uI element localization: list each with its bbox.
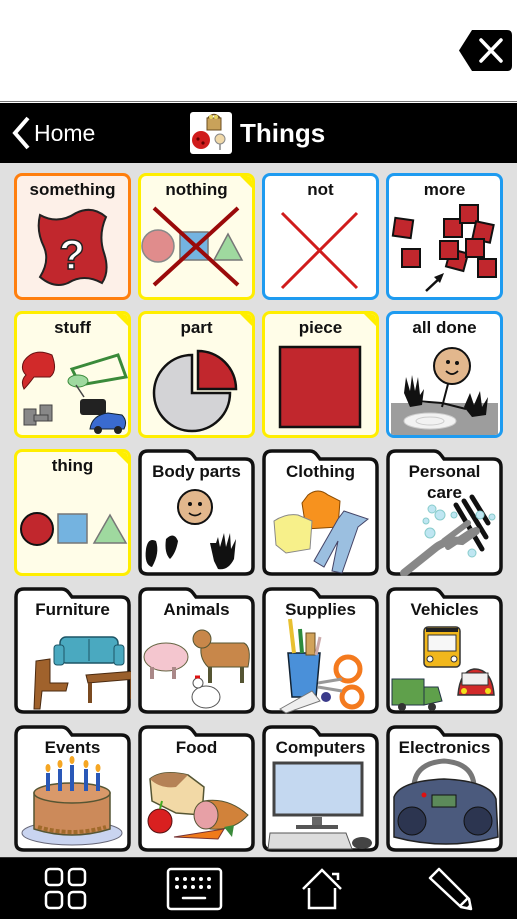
tile-label: piece xyxy=(298,318,343,337)
tile-label: Animals xyxy=(163,600,230,619)
keyboard-button[interactable] xyxy=(165,866,225,912)
tile-computers[interactable]: Computers xyxy=(262,725,379,852)
grid-view-button[interactable] xyxy=(42,866,92,912)
grid-icon xyxy=(44,867,87,910)
tile-more[interactable]: more xyxy=(386,173,503,300)
svg-text:?: ? xyxy=(59,231,85,278)
tile-label: thing xyxy=(51,456,94,475)
tile-label: Supplies xyxy=(285,600,356,619)
tile-supplies[interactable]: Supplies xyxy=(262,587,379,714)
tile-not[interactable]: not xyxy=(262,173,379,300)
back-label: Home xyxy=(34,119,96,146)
tile-label: nothing xyxy=(165,180,228,199)
bottom-toolbar xyxy=(0,857,517,919)
tile-label: part xyxy=(180,318,213,337)
tile-label: all done xyxy=(412,318,477,337)
tile-animals[interactable]: Animals xyxy=(138,587,255,714)
backspace-x-icon xyxy=(459,30,512,71)
tile-label: Computers xyxy=(275,738,366,757)
keyboard-icon xyxy=(166,867,223,911)
pencil-icon xyxy=(428,867,473,911)
tile-label: Food xyxy=(175,738,218,757)
tile-furniture[interactable]: Furniture xyxy=(14,587,131,714)
tile-label: Body parts xyxy=(152,462,241,481)
page-title: Things xyxy=(190,112,325,154)
message-bar[interactable] xyxy=(0,0,517,102)
tile-food[interactable]: Food xyxy=(138,725,255,852)
edit-button[interactable] xyxy=(426,866,476,912)
tile-nothing[interactable]: nothing xyxy=(138,173,255,300)
tile-label: not xyxy=(307,180,334,199)
things-folder-icon xyxy=(190,112,232,154)
tile-body-parts[interactable]: Body parts xyxy=(138,449,255,576)
tile-label: Electronics xyxy=(398,738,491,757)
tile-part[interactable]: part xyxy=(138,311,255,438)
button-grid: ? something nothing not more stuff part piece al… xyxy=(0,163,517,857)
tile-events[interactable]: Events xyxy=(14,725,131,852)
tile-label: something xyxy=(29,180,116,199)
tile-piece[interactable]: piece xyxy=(262,311,379,438)
back-home-button[interactable]: Home xyxy=(10,115,95,151)
tile-clothing[interactable]: Clothing xyxy=(262,449,379,576)
backspace-button[interactable] xyxy=(458,28,513,73)
tile-label: Events xyxy=(44,738,101,757)
tile-personal-care[interactable]: Personal care xyxy=(386,449,503,576)
title-text: Things xyxy=(240,117,326,148)
tile-electronics[interactable]: Electronics xyxy=(386,725,503,852)
tile-vehicles[interactable]: Vehicles xyxy=(386,587,503,714)
tile-label: Personal care xyxy=(408,462,481,502)
chevron-left-icon xyxy=(12,116,30,150)
tile-label: Clothing xyxy=(286,462,355,481)
tile-thing[interactable]: thing xyxy=(14,449,131,576)
tile-all-done[interactable]: all done xyxy=(386,311,503,438)
tile-stuff[interactable]: stuff xyxy=(14,311,131,438)
nav-bar: Home Things xyxy=(0,103,517,163)
tile-label: Vehicles xyxy=(410,600,479,619)
home-icon xyxy=(302,868,342,910)
tile-label: stuff xyxy=(54,318,91,337)
tile-label: more xyxy=(423,180,466,199)
tile-something[interactable]: ? something xyxy=(14,173,131,300)
tile-label: Furniture xyxy=(35,600,110,619)
home-button[interactable] xyxy=(298,866,348,912)
